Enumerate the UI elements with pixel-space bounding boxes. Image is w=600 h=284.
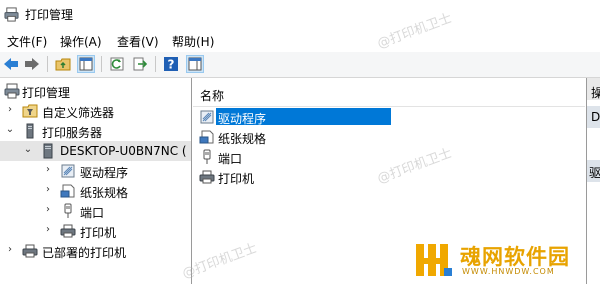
tree-item-label: 打印服务器 xyxy=(42,126,103,140)
menu-view[interactable]: 查看(V) xyxy=(117,33,159,50)
tree-item-label: 打印机 xyxy=(80,226,117,240)
menu-action[interactable]: 操作(A) xyxy=(60,33,102,50)
filter-folder-icon xyxy=(22,104,38,118)
svg-text:?: ? xyxy=(168,58,175,72)
show-hide-action-pane-icon[interactable] xyxy=(186,55,204,73)
tree-item-forms[interactable]: › 纸张规格 xyxy=(0,181,191,201)
print-servers-icon xyxy=(26,123,34,139)
port-icon xyxy=(203,149,211,164)
forms-icon xyxy=(199,130,214,144)
list-item-printers[interactable]: 打印机 xyxy=(197,167,585,187)
tree-item-root[interactable]: 打印管理 xyxy=(0,81,191,101)
export-list-icon[interactable] xyxy=(131,55,149,73)
tree-item-label: 已部署的打印机 xyxy=(42,246,127,260)
tree-item-drivers[interactable]: › 驱动程序 xyxy=(0,161,191,181)
chevron-right-icon[interactable]: › xyxy=(43,185,53,195)
list-item-ports[interactable]: 端口 xyxy=(197,147,585,167)
tree-item-label: 端口 xyxy=(80,206,105,220)
help-icon[interactable]: ? xyxy=(162,55,180,73)
list-item-forms[interactable]: 纸张规格 xyxy=(197,127,585,147)
actions-header: 操 xyxy=(587,78,600,100)
chevron-right-icon[interactable]: › xyxy=(43,165,53,175)
toolbar-separator xyxy=(155,56,156,72)
tree-item-label: 纸张规格 xyxy=(80,186,129,200)
actions-header-label: 操 xyxy=(591,84,600,100)
menu-file[interactable]: 文件(F) xyxy=(7,33,47,50)
list-item-label: 驱动程序 xyxy=(216,108,391,126)
tree-item-desktop-server[interactable]: ⌄ DESKTOP-U0BN7NC ( xyxy=(0,141,191,161)
back-arrow-icon[interactable] xyxy=(2,55,20,73)
tree-item-deployed-printers[interactable]: › 已部署的打印机 xyxy=(0,241,191,261)
actions-item-server[interactable]: D xyxy=(587,106,600,128)
tree-item-label: 自定义筛选器 xyxy=(42,106,115,120)
port-icon xyxy=(64,203,72,218)
forward-arrow-icon[interactable] xyxy=(23,55,41,73)
list-item-label: 打印机 xyxy=(218,172,255,186)
column-header-label: 名称 xyxy=(200,89,225,103)
tree-item-label: 打印管理 xyxy=(22,86,71,100)
printer-icon xyxy=(199,170,215,184)
list-item-label: 纸张规格 xyxy=(218,132,267,146)
toolbar-separator xyxy=(101,56,102,72)
actions-item-label: D xyxy=(591,110,600,124)
computer-icon xyxy=(43,143,53,159)
chevron-right-icon[interactable]: › xyxy=(43,205,53,215)
drivers-icon xyxy=(200,110,214,124)
list-item-label: 端口 xyxy=(218,152,243,166)
refresh-icon[interactable] xyxy=(108,55,126,73)
deployed-printers-icon xyxy=(22,244,38,258)
tree-item-label: DESKTOP-U0BN7NC ( xyxy=(60,144,187,158)
logo-url: WWW.HNWDW.COM xyxy=(462,267,555,276)
console-tree: 打印管理 › 自定义筛选器 ⌄ 打印服务器 ⌄ DESKTOP-U0BN7NC … xyxy=(0,78,192,284)
actions-item-drivers[interactable]: 驱 xyxy=(587,160,600,182)
column-header-name[interactable]: 名称 xyxy=(193,84,585,107)
actions-pane: 操 D 驱 xyxy=(586,78,600,284)
print-management-app-icon xyxy=(4,7,19,22)
menu-bar: 文件(F) 操作(A) 查看(V) 帮助(H) xyxy=(0,30,600,52)
folder-up-icon[interactable] xyxy=(54,55,72,73)
drivers-icon xyxy=(61,164,75,178)
window-title: 打印管理 xyxy=(25,8,74,22)
logo-mark-icon xyxy=(416,244,452,276)
forms-icon xyxy=(60,184,75,198)
chevron-down-icon[interactable]: ⌄ xyxy=(23,145,33,155)
chevron-down-icon[interactable]: ⌄ xyxy=(5,125,15,135)
menu-help[interactable]: 帮助(H) xyxy=(172,33,214,50)
toolbar: ? xyxy=(0,52,600,78)
tree-item-printers[interactable]: › 打印机 xyxy=(0,221,191,241)
toolbar-separator xyxy=(47,56,48,72)
chevron-right-icon[interactable]: › xyxy=(5,105,15,115)
tree-item-ports[interactable]: › 端口 xyxy=(0,201,191,221)
tree-item-label: 驱动程序 xyxy=(80,166,129,180)
print-management-window: 打印管理 文件(F) 操作(A) 查看(V) 帮助(H) ? 打印管理 › 自定… xyxy=(0,0,600,284)
tree-item-custom-filters[interactable]: › 自定义筛选器 xyxy=(0,101,191,121)
list-item-drivers[interactable]: 驱动程序 xyxy=(197,107,585,127)
printer-icon xyxy=(60,224,76,238)
chevron-right-icon[interactable]: › xyxy=(5,245,15,255)
tree-item-print-servers[interactable]: ⌄ 打印服务器 xyxy=(0,121,191,141)
print-management-icon xyxy=(4,83,20,99)
chevron-right-icon[interactable]: › xyxy=(43,225,53,235)
site-logo: 魂网软件园 WWW.HNWDW.COM xyxy=(414,238,586,282)
show-hide-tree-icon[interactable] xyxy=(77,55,95,73)
actions-item-label: 驱 xyxy=(589,166,600,180)
title-bar: 打印管理 xyxy=(0,0,600,30)
